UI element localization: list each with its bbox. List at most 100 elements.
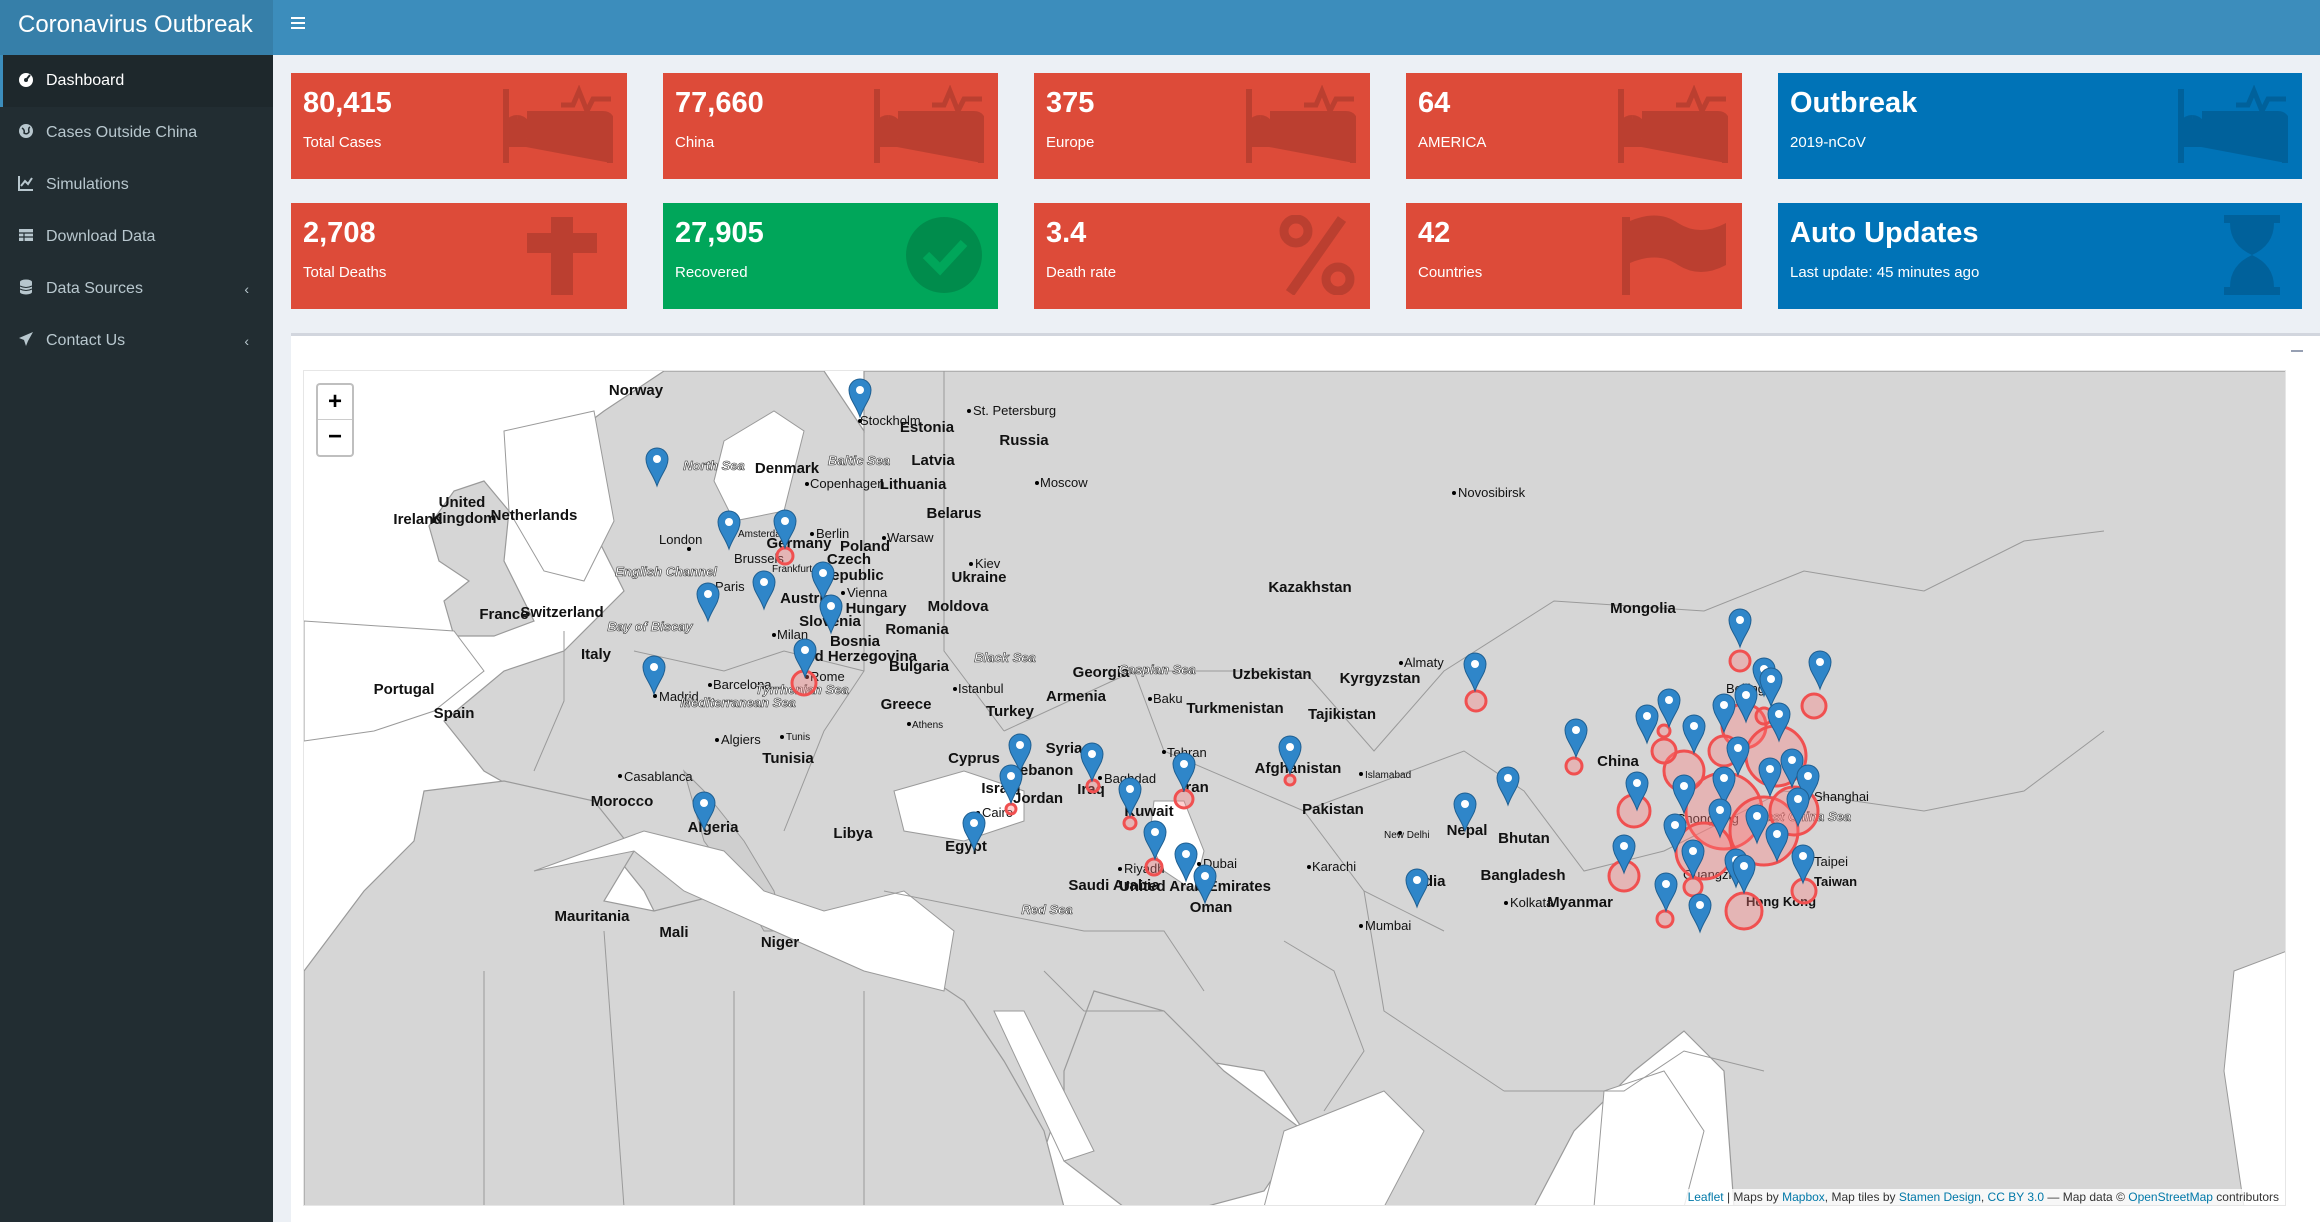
total-deaths-box: 2,708 Total Deaths [291, 203, 627, 309]
bed-icon [503, 85, 613, 163]
zoom-in-button[interactable]: + [318, 385, 352, 420]
bed-icon [2178, 85, 2288, 163]
country-label: Turkey [986, 703, 1035, 720]
percent-icon [1279, 215, 1355, 295]
database-icon [19, 279, 33, 295]
country-label: Norway [609, 382, 664, 399]
country-label: Latvia [911, 452, 955, 469]
city-label: Algiers [721, 732, 761, 747]
sidebar-item-label: Download Data [46, 228, 156, 245]
case-circle[interactable] [1464, 689, 1488, 713]
city-label: Istanbul [958, 681, 1004, 696]
leaflet-link[interactable]: Leaflet [1688, 1190, 1724, 1204]
country-label: Romania [885, 621, 949, 638]
china-cases-box: 77,660 China [663, 73, 998, 179]
city-label: Taiwan [1814, 874, 1857, 889]
stamen-link[interactable]: Stamen Design [1899, 1190, 1981, 1204]
america-cases-box: 64 AMERICA [1406, 73, 1742, 179]
attribution-text: — Map data © [2044, 1190, 2129, 1204]
countries-box: 42 Countries [1406, 203, 1742, 309]
recovered-value: 27,905 [675, 217, 764, 249]
country-label: Libya [833, 825, 873, 842]
case-circle[interactable] [1173, 788, 1195, 810]
city-label: Shanghai [1814, 789, 1869, 804]
bed-icon [874, 85, 984, 163]
case-circle[interactable] [1656, 723, 1672, 739]
country-label: Switzerland [520, 604, 603, 621]
attribution-text: | Maps by [1723, 1190, 1783, 1204]
country-label: Lithuania [880, 476, 947, 493]
auto-updates-title: Auto Updates [1790, 217, 1979, 249]
total-cases-value: 80,415 [303, 87, 392, 119]
app-title[interactable]: Coronavirus Outbreak [0, 0, 273, 55]
sidebar-item-cases-outside-china[interactable]: Cases Outside China [0, 107, 273, 159]
attribution-text: , [1980, 1190, 1988, 1204]
case-circle[interactable] [1682, 876, 1704, 898]
city-label: Casablanca [624, 769, 693, 784]
city-label: Islamabad [1365, 770, 1411, 781]
country-label: Bangladesh [1480, 867, 1565, 884]
attribution-text: contributors [2212, 1190, 2279, 1204]
osm-link[interactable]: OpenStreetMap [2128, 1190, 2213, 1204]
america-cases-label: AMERICA [1418, 134, 1487, 151]
sea-label: Baltic Sea [828, 453, 890, 468]
country-label: Syria [1046, 740, 1083, 757]
cross-icon [527, 217, 597, 295]
sidebar-item-label: Simulations [46, 176, 129, 193]
country-label: Denmark [755, 460, 820, 477]
city-label: Mumbai [1365, 918, 1411, 933]
globe-icon [19, 123, 33, 138]
europe-cases-box: 375 Europe [1034, 73, 1370, 179]
city-label: Berlin [816, 526, 849, 541]
case-circle[interactable] [1564, 756, 1584, 776]
death-rate-label: Death rate [1046, 264, 1117, 281]
case-circle[interactable] [1004, 802, 1018, 816]
bed-icon [1618, 85, 1728, 163]
leaflet-map[interactable]: Norway Russia Estonia Latvia Lithuania D… [303, 370, 2286, 1206]
country-label: Ukraine [951, 569, 1006, 586]
case-circle[interactable] [1728, 649, 1752, 673]
country-label: Jordan [1013, 790, 1063, 807]
case-circle[interactable] [775, 546, 795, 566]
country-label: Italy [581, 646, 612, 663]
attribution-text: , Map tiles by [1824, 1190, 1899, 1204]
case-circle[interactable] [1790, 877, 1818, 905]
sidebar-item-data-sources[interactable]: Data Sources ‹ [0, 263, 273, 315]
license-link[interactable]: CC BY 3.0 [1988, 1190, 2044, 1204]
country-label: Oman [1190, 899, 1233, 916]
city-label: Baku [1153, 691, 1183, 706]
country-label: China [1597, 753, 1639, 770]
sidebar-item-download-data[interactable]: Download Data [0, 211, 273, 263]
map-canvas[interactable]: Norway Russia Estonia Latvia Lithuania D… [304, 371, 2286, 1206]
country-label: Morocco [591, 793, 654, 810]
mapbox-link[interactable]: Mapbox [1782, 1190, 1825, 1204]
line-chart-icon [18, 175, 33, 191]
case-circle[interactable] [1085, 778, 1101, 794]
sidebar-item-contact-us[interactable]: Contact Us ‹ [0, 315, 273, 367]
collapse-icon[interactable] [2291, 350, 2303, 352]
case-circle[interactable] [1724, 891, 1764, 931]
europe-cases-value: 375 [1046, 87, 1095, 119]
case-circle[interactable] [1655, 909, 1675, 929]
menu-toggle-icon[interactable] [285, 14, 311, 40]
city-label: Warsaw [887, 530, 934, 545]
country-label: Russia [999, 432, 1049, 449]
sidebar-item-dashboard[interactable]: Dashboard [0, 55, 273, 107]
total-deaths-value: 2,708 [303, 217, 376, 249]
country-label: Bulgaria [889, 658, 950, 675]
case-circle[interactable] [1144, 857, 1164, 877]
last-update-text: Last update: 45 minutes ago [1790, 264, 1980, 281]
case-circle[interactable] [1122, 815, 1138, 831]
country-label: Myanmar [1547, 894, 1613, 911]
auto-updates-box: Auto Updates Last update: 45 minutes ago [1778, 203, 2302, 309]
case-circle[interactable] [1283, 773, 1297, 787]
death-rate-value: 3.4 [1046, 217, 1087, 249]
countries-label: Countries [1418, 264, 1483, 281]
sidebar-item-simulations[interactable]: Simulations [0, 159, 273, 211]
case-circle[interactable] [1800, 692, 1828, 720]
zoom-out-button[interactable]: − [318, 420, 352, 455]
america-cases-value: 64 [1418, 87, 1451, 119]
outbreak-title: Outbreak [1790, 87, 1918, 119]
case-circle[interactable] [1650, 737, 1678, 765]
country-label: Kazakhstan [1268, 579, 1351, 596]
